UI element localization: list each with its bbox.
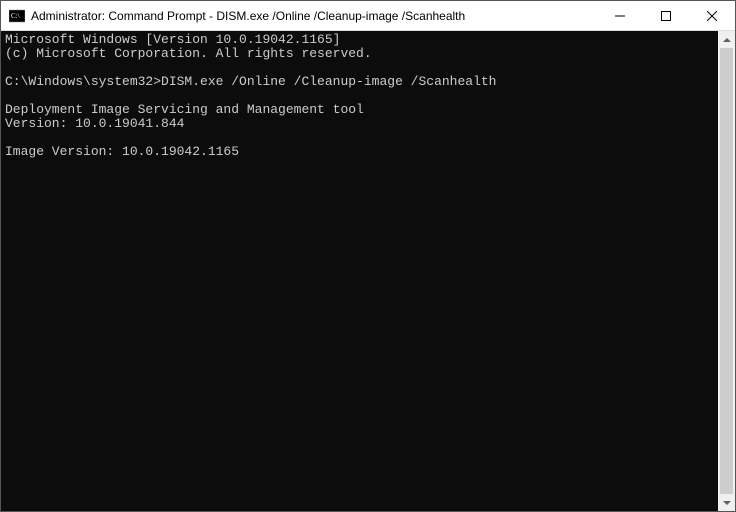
window-title: Administrator: Command Prompt - DISM.exe…	[31, 9, 597, 23]
terminal-line	[5, 131, 718, 145]
terminal-line: Deployment Image Servicing and Managemen…	[5, 103, 718, 117]
maximize-button[interactable]	[643, 1, 689, 30]
terminal-output[interactable]: Microsoft Windows [Version 10.0.19042.11…	[1, 31, 718, 511]
terminal-line: Image Version: 10.0.19042.1165	[5, 145, 718, 159]
window-controls	[597, 1, 735, 30]
titlebar[interactable]: C:\ Administrator: Command Prompt - DISM…	[1, 1, 735, 31]
terminal-line: Version: 10.0.19041.844	[5, 117, 718, 131]
client-area: Microsoft Windows [Version 10.0.19042.11…	[1, 31, 735, 511]
vertical-scrollbar[interactable]	[718, 31, 735, 511]
cmd-icon: C:\	[9, 8, 25, 24]
scroll-thumb[interactable]	[720, 48, 733, 494]
svg-text:C:\: C:\	[11, 12, 20, 20]
scroll-down-arrow-icon[interactable]	[718, 494, 735, 511]
terminal-line: (c) Microsoft Corporation. All rights re…	[5, 47, 718, 61]
terminal-line	[5, 89, 718, 103]
terminal-line: Microsoft Windows [Version 10.0.19042.11…	[5, 33, 718, 47]
terminal-line	[5, 61, 718, 75]
close-button[interactable]	[689, 1, 735, 30]
command-prompt-window: C:\ Administrator: Command Prompt - DISM…	[0, 0, 736, 512]
minimize-button[interactable]	[597, 1, 643, 30]
scroll-up-arrow-icon[interactable]	[718, 31, 735, 48]
terminal-line: C:\Windows\system32>DISM.exe /Online /Cl…	[5, 75, 718, 89]
scroll-track[interactable]	[718, 48, 735, 494]
